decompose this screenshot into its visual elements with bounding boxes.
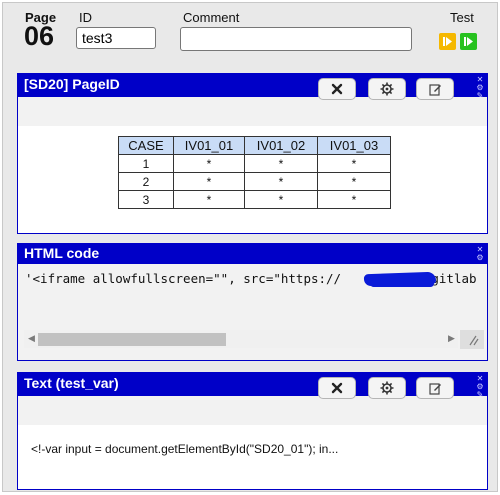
panel-title: HTML code (18, 244, 487, 264)
case-table: CASE IV01_01 IV01_02 IV01_03 1 * * * 2 *… (118, 136, 391, 209)
edit-button[interactable] (416, 377, 454, 399)
gear-icon (380, 82, 394, 96)
comment-field[interactable] (180, 27, 412, 51)
gear-icon (380, 381, 394, 395)
edit-button[interactable] (416, 78, 454, 100)
resize-grip[interactable] (460, 330, 484, 349)
table-row: 3 * * * (118, 190, 391, 209)
scroll-right-icon[interactable]: ▶ (448, 333, 455, 344)
comment-label: Comment (183, 10, 240, 25)
page-header: Page 06 ID Comment Test (3, 3, 497, 65)
settings-button[interactable] (368, 377, 406, 399)
table-row: 2 * * * (118, 172, 391, 191)
table-cell: * (173, 190, 245, 209)
resize-grip-icon (469, 335, 479, 346)
table-header-cell: CASE (118, 136, 174, 155)
test-step-button[interactable] (439, 33, 456, 50)
html-code-panel: HTML code ✕ ⚙ '<iframe allowfullscreen=""… (17, 243, 488, 361)
table-cell: * (317, 154, 391, 173)
edit-icon (428, 382, 441, 395)
scroll-thumb[interactable] (38, 333, 226, 346)
table-cell: * (173, 154, 245, 173)
delete-button[interactable] (318, 377, 356, 399)
test-run-button[interactable] (460, 33, 477, 50)
scroll-left-icon[interactable]: ◀ (28, 333, 35, 344)
id-label: ID (79, 10, 92, 25)
play-step-icon (443, 37, 452, 46)
table-cell: 3 (118, 190, 174, 209)
panel-collapse-handle[interactable]: ✕ ⚙ ✎ (473, 74, 487, 100)
id-field[interactable] (76, 27, 156, 49)
table-cell: * (244, 154, 318, 173)
page-number: 06 (24, 21, 55, 51)
table-cell: 2 (118, 172, 174, 191)
table-header-cell: IV01_01 (173, 136, 245, 155)
test-label: Test (450, 10, 474, 25)
table-cell: * (317, 172, 391, 191)
close-icon (331, 382, 343, 394)
table-cell: * (173, 172, 245, 191)
table-cell: * (244, 172, 318, 191)
table-row: 1 * * * (118, 154, 391, 173)
panel-body: <!-var input = document.getElementById("… (18, 425, 487, 489)
horizontal-scrollbar[interactable]: ◀ ▶ (24, 330, 458, 348)
table-cell: * (244, 190, 318, 209)
play-icon (464, 37, 473, 46)
delete-button[interactable] (318, 78, 356, 100)
table-header-cell: IV01_02 (244, 136, 318, 155)
panel-collapse-handle[interactable]: ✕ ⚙ ✎ (473, 373, 487, 399)
page-editor: Page 06 ID Comment Test [SD20] PageID ✕⚙… (2, 2, 498, 492)
panel-collapse-handle[interactable]: ✕ ⚙ (473, 244, 487, 264)
settings-button[interactable] (368, 78, 406, 100)
pageid-panel: [SD20] PageID ✕ ⚙ ✎ CASE IV01_01 IV01_02… (17, 73, 488, 234)
close-icon (331, 83, 343, 95)
table-header-cell: IV01_03 (317, 136, 391, 155)
table-cell: * (317, 190, 391, 209)
panel-body: CASE IV01_01 IV01_02 IV01_03 1 * * * 2 *… (18, 126, 487, 233)
table-cell: 1 (118, 154, 174, 173)
text-panel: Text (test_var) ✕ ⚙ ✎ <!-var input = docum… (17, 372, 488, 490)
text-preview: <!-var input = document.getElementById("… (31, 442, 339, 456)
edit-icon (428, 83, 441, 96)
redaction-mark (370, 280, 434, 287)
